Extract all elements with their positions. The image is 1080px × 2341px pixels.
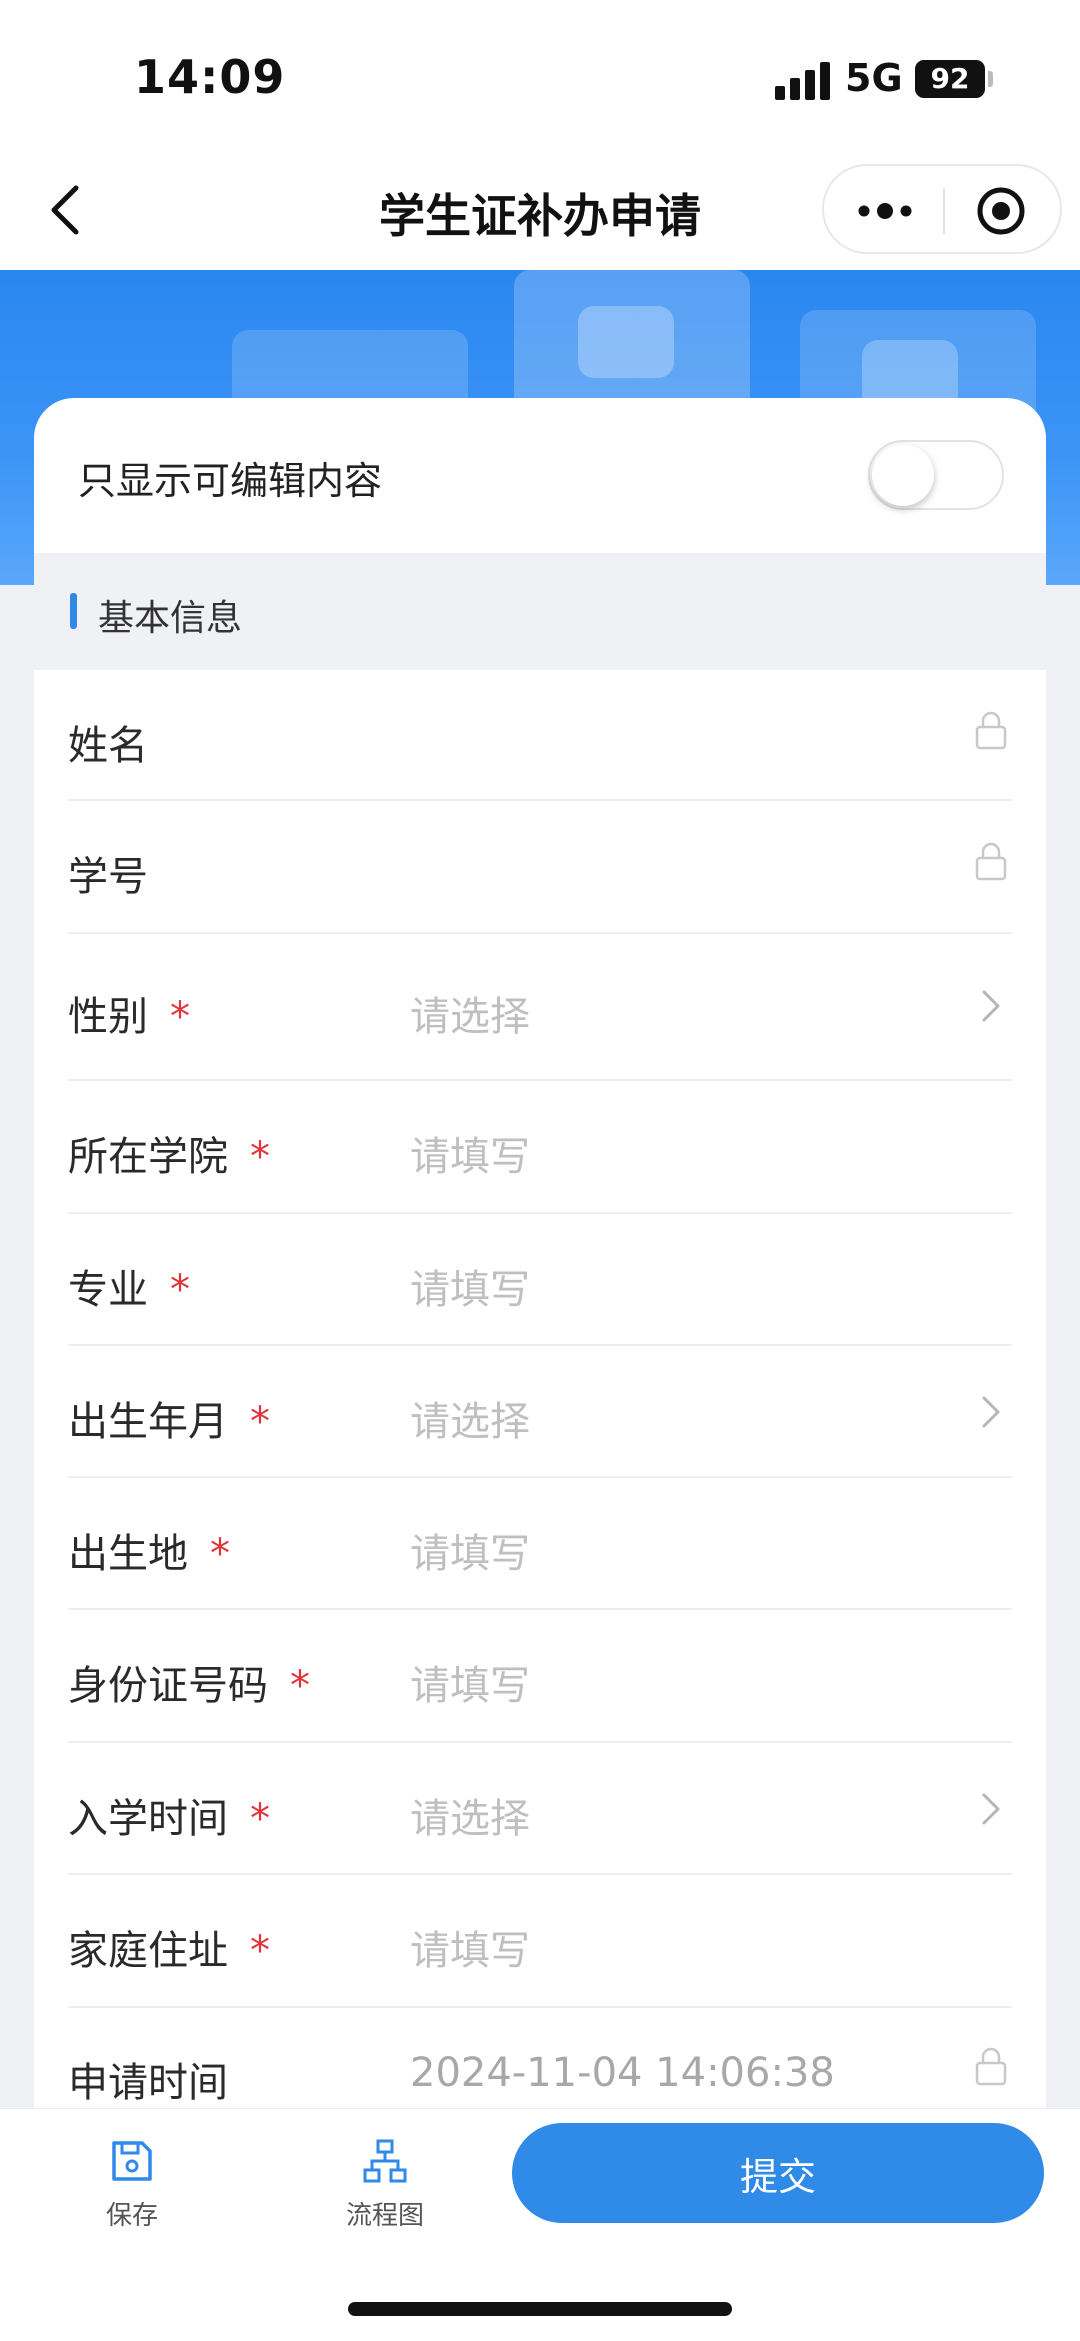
- chevron-right-icon: [982, 1396, 1000, 1428]
- enrollment-time-select[interactable]: 请选择: [410, 1786, 530, 1844]
- save-icon: [112, 2141, 152, 2181]
- chevron-right-icon: [982, 1793, 1000, 1825]
- section-accent-bar: [70, 593, 77, 629]
- toggle-label: 只显示可编辑内容: [78, 459, 383, 503]
- major-input[interactable]: 请填写: [410, 1257, 530, 1315]
- college-input[interactable]: 请填写: [410, 1124, 530, 1182]
- form-row-college[interactable]: 所在学院 * 请填写: [68, 1081, 1012, 1214]
- lock-icon: [975, 711, 1007, 750]
- section-header: 基本信息: [34, 553, 1046, 670]
- id-number-input[interactable]: 请填写: [410, 1653, 530, 1711]
- form-row-birthplace[interactable]: 出生地 * 请填写: [68, 1478, 1012, 1610]
- battery-tip: [988, 71, 993, 87]
- more-icon[interactable]: [852, 188, 918, 234]
- required-mark: *: [250, 1796, 270, 1842]
- network-type: 5G: [845, 56, 903, 100]
- form-row-birth-month[interactable]: 出生年月 * 请选择: [68, 1346, 1012, 1478]
- filter-card: 只显示可编辑内容: [34, 398, 1046, 553]
- required-mark: *: [290, 1663, 310, 1709]
- field-label: 申请时间: [68, 2060, 228, 2106]
- flowchart-label: 流程图: [345, 2201, 424, 2231]
- field-label: 所在学院 *: [68, 1134, 270, 1180]
- nav-bar: 学生证补办申请: [0, 150, 1080, 270]
- battery-icon: 92: [915, 60, 985, 98]
- flowchart-icon: [363, 2139, 407, 2183]
- field-label: 学号: [68, 854, 148, 900]
- home-address-input[interactable]: 请填写: [410, 1918, 530, 1976]
- field-label: 身份证号码 *: [68, 1663, 310, 1709]
- form-row-student-id[interactable]: 学号: [68, 801, 1012, 934]
- mini-program-capsule: [822, 164, 1062, 254]
- birthplace-input[interactable]: 请填写: [410, 1521, 530, 1579]
- apply-time-value: 2024-11-04 14:06:38: [410, 2050, 835, 2096]
- home-indicator: [348, 2302, 732, 2316]
- form-row-gender[interactable]: 性别 * 请选择: [68, 934, 1012, 1081]
- editable-only-toggle[interactable]: [868, 440, 1004, 510]
- form-row-apply-time: 申请时间 2024-11-04 14:06:38: [68, 2008, 1012, 2110]
- field-label: 出生地 *: [68, 1531, 230, 1577]
- field-label: 性别 *: [68, 994, 190, 1040]
- chevron-right-icon: [982, 990, 1000, 1022]
- section-title: 基本信息: [98, 598, 243, 639]
- submit-button[interactable]: 提交: [512, 2123, 1044, 2223]
- toggle-knob: [872, 444, 934, 506]
- required-mark: *: [210, 1531, 230, 1577]
- form-row-enrollment-time[interactable]: 入学时间 * 请选择: [68, 1743, 1012, 1875]
- birth-month-select[interactable]: 请选择: [410, 1389, 530, 1447]
- field-label: 专业 *: [68, 1267, 190, 1313]
- form-row-home-address[interactable]: 家庭住址 * 请填写: [68, 1875, 1012, 2008]
- lock-icon: [975, 2047, 1007, 2086]
- field-label: 入学时间 *: [68, 1796, 270, 1842]
- field-label: 家庭住址 *: [68, 1928, 270, 1974]
- form-row-name[interactable]: 姓名: [68, 670, 1012, 801]
- signal-icon: [775, 60, 831, 100]
- required-mark: *: [250, 1928, 270, 1974]
- status-bar: 14:09 5G 92: [0, 0, 1080, 150]
- required-mark: *: [250, 1399, 270, 1445]
- required-mark: *: [170, 994, 190, 1040]
- required-mark: *: [170, 1267, 190, 1313]
- form-row-major[interactable]: 专业 * 请填写: [68, 1214, 1012, 1346]
- lock-icon: [975, 842, 1007, 881]
- form-row-id-number[interactable]: 身份证号码 * 请填写: [68, 1610, 1012, 1743]
- status-time: 14:09: [134, 50, 286, 104]
- save-label: 保存: [105, 2201, 158, 2231]
- capsule-divider: [943, 188, 945, 234]
- save-button[interactable]: 保存: [72, 2137, 192, 2232]
- close-target-icon[interactable]: [976, 186, 1026, 236]
- flowchart-button[interactable]: 流程图: [325, 2137, 445, 2232]
- chart-icon: [578, 306, 674, 378]
- gender-select[interactable]: 请选择: [410, 984, 530, 1042]
- field-label: 出生年月 *: [68, 1399, 270, 1445]
- required-mark: *: [250, 1134, 270, 1180]
- field-label: 姓名: [68, 723, 148, 769]
- form-card: 姓名 学号 性别 * 请选择 所在学院 * 请填写 专业 * 请填写 出生年月 * 请选…: [34, 670, 1046, 2110]
